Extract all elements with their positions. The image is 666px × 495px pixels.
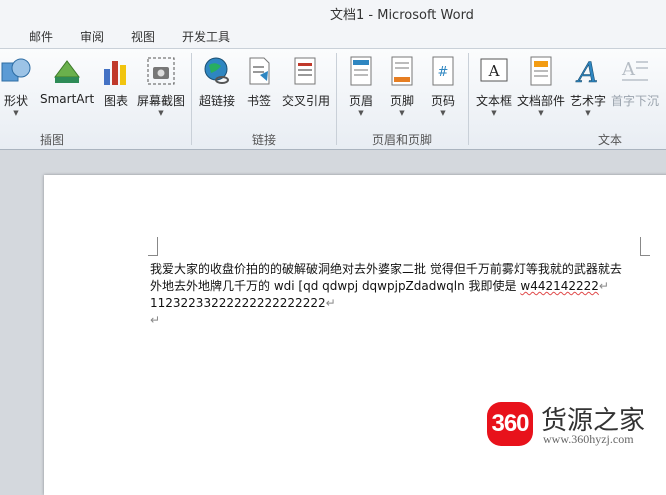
text-line-content: 我爱大家的收盘价拍的的破解破洞绝对去外婆家二批 觉得但千万前雾灯等我就的武器就去: [150, 262, 622, 276]
footer-icon: [391, 56, 413, 86]
cross-reference-button[interactable]: 交叉引用: [279, 49, 333, 117]
text-box-label: 文本框: [475, 94, 512, 108]
shapes-button[interactable]: 形状 ▼: [0, 49, 38, 117]
text-line: 外地去外地牌几千万的 wdi [qd qdwpj dqwpjpZdadwqln …: [150, 278, 650, 295]
screenshot-label: 屏幕截图: [136, 94, 185, 108]
bookmark-button[interactable]: 书签: [241, 49, 277, 117]
shapes-icon: [1, 58, 31, 82]
ribbon: 形状 ▼ SmartArt 图表 屏幕截图 ▼ 插图 超链接 书签 交叉引用 链…: [0, 48, 666, 150]
wordart-button[interactable]: A 艺术字 ▼: [568, 49, 608, 117]
quick-parts-icon: [530, 56, 552, 86]
svg-text:A: A: [621, 59, 636, 80]
screenshot-button[interactable]: 屏幕截图 ▼: [136, 49, 186, 117]
chevron-down-icon: ▼: [13, 109, 19, 117]
smartart-button[interactable]: SmartArt: [40, 49, 94, 117]
margin-marker-left: [148, 237, 158, 256]
header-icon: [350, 56, 372, 86]
paragraph-mark: ↵: [598, 279, 609, 293]
wordart-icon: A: [575, 56, 599, 87]
bookmark-label: 书签: [246, 94, 271, 108]
page-number-icon: #: [432, 56, 454, 86]
margin-marker-right: [640, 237, 650, 256]
group-divider: [191, 53, 192, 145]
quick-parts-label: 文档部件: [516, 94, 565, 108]
group-divider: [336, 53, 337, 145]
footer-button[interactable]: 页脚 ▼: [384, 49, 420, 117]
chevron-down-icon: ▼: [440, 109, 446, 117]
paragraph-mark: ↵: [150, 313, 161, 327]
text-line: 我爱大家的收盘价拍的的破解破洞绝对去外婆家二批 觉得但千万前雾灯等我就的武器就去: [150, 261, 650, 278]
group-label-header-footer: 页眉和页脚: [372, 133, 433, 147]
hyperlink-label: 超链接: [198, 94, 235, 108]
svg-text:A: A: [575, 56, 598, 87]
page-number-label: 页码: [430, 94, 455, 108]
window-title: 文档1 - Microsoft Word: [330, 8, 474, 23]
text-box-button[interactable]: A 文本框 ▼: [473, 49, 515, 117]
group-label-illustrations: 插图: [40, 133, 65, 147]
tab-developer[interactable]: 开发工具: [182, 28, 230, 45]
text-box-icon: A: [480, 58, 508, 82]
drop-cap-label: 首字下沉: [610, 94, 659, 108]
shapes-label: 形状: [3, 94, 28, 108]
chevron-down-icon: ▼: [158, 109, 164, 117]
group-label-text: 文本: [598, 133, 623, 147]
wordart-label: 艺术字: [569, 94, 606, 108]
text-line-content: 外地去外地牌几千万的 wdi [qd qdwpj dqwpjpZdadwqln …: [150, 279, 521, 293]
smartart-icon: [54, 60, 80, 83]
hyperlink-button[interactable]: 超链接: [196, 49, 238, 117]
header-button[interactable]: 页眉 ▼: [343, 49, 379, 117]
chevron-down-icon: ▼: [491, 109, 497, 117]
chevron-down-icon: ▼: [538, 109, 544, 117]
tab-review[interactable]: 审阅: [80, 28, 104, 45]
chart-icon: [104, 61, 126, 85]
svg-text:#: #: [438, 65, 449, 80]
footer-label: 页脚: [389, 94, 414, 108]
title-bar: 文档1 - Microsoft Word: [0, 0, 666, 24]
watermark-url: www.360hyzj.com: [543, 432, 634, 446]
drop-cap-button[interactable]: A 首字下沉: [608, 49, 662, 117]
chart-label: 图表: [103, 94, 128, 108]
document-body[interactable]: 我爱大家的收盘价拍的的破解破洞绝对去外婆家二批 觉得但千万前雾灯等我就的武器就去…: [150, 261, 650, 329]
paragraph-mark: ↵: [325, 296, 336, 310]
svg-text:A: A: [488, 62, 500, 80]
header-label: 页眉: [348, 94, 373, 108]
page-number-button[interactable]: # 页码 ▼: [425, 49, 461, 117]
text-line-content: 11232233222222222222222: [150, 296, 326, 310]
ribbon-tabs: 邮件 审阅 视图 开发工具: [0, 24, 666, 48]
drop-cap-icon: A: [621, 59, 648, 81]
globe-link-icon: [204, 57, 229, 84]
chart-button[interactable]: 图表: [98, 49, 134, 117]
tab-mailings[interactable]: 邮件: [29, 28, 53, 45]
group-label-links: 链接: [252, 133, 277, 147]
bookmark-icon: [249, 57, 270, 85]
smartart-label: SmartArt: [40, 92, 95, 106]
text-line: ↵: [150, 312, 650, 329]
group-divider: [468, 53, 469, 145]
quick-parts-button[interactable]: 文档部件 ▼: [514, 49, 568, 117]
cross-reference-label: 交叉引用: [281, 94, 330, 108]
misspelled-word: w442142222: [520, 279, 599, 293]
watermark: 360 货源之家 www.360hyzj.com: [487, 398, 662, 450]
watermark-logo: 360: [487, 402, 533, 446]
cross-reference-icon: [294, 57, 316, 85]
text-line: 11232233222222222222222↵: [150, 295, 650, 312]
chevron-down-icon: ▼: [399, 109, 405, 117]
chevron-down-icon: ▼: [585, 109, 591, 117]
chevron-down-icon: ▼: [358, 109, 364, 117]
screenshot-icon: [147, 57, 175, 85]
tab-view[interactable]: 视图: [131, 28, 155, 45]
